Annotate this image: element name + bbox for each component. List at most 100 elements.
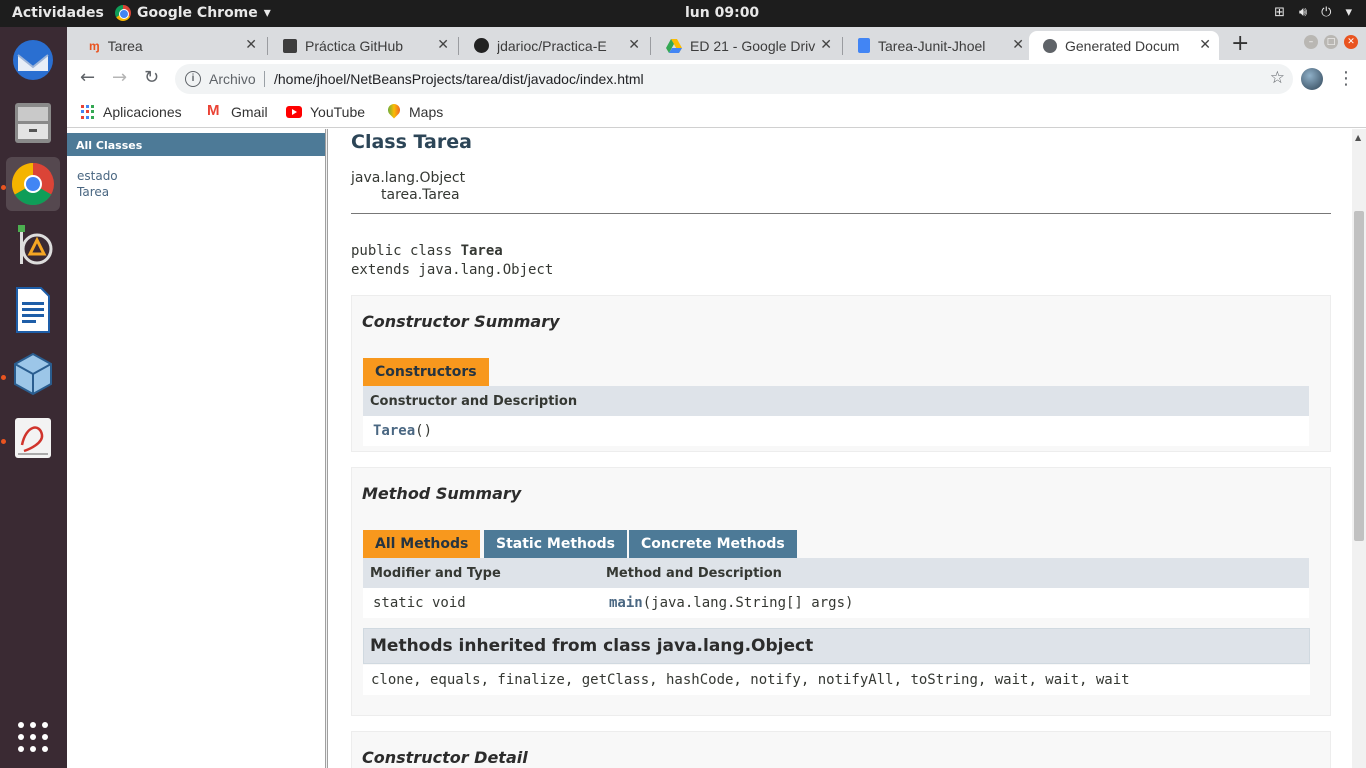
method-modifier: static void: [373, 595, 466, 611]
apps-grid-icon: [81, 105, 95, 119]
close-icon[interactable]: ✕: [437, 36, 449, 53]
dock-thunderbird[interactable]: [6, 33, 60, 87]
dock-document-viewer[interactable]: [6, 411, 60, 465]
tab[interactable]: ɱ Tarea ✕: [75, 31, 265, 60]
table-row: static void main(java.lang.String[] args…: [363, 588, 1309, 618]
class-link-tarea[interactable]: Tarea: [77, 185, 109, 199]
close-window-button[interactable]: ✕: [1344, 35, 1358, 49]
tab-concrete-methods[interactable]: Concrete Methods: [629, 530, 797, 558]
volume-icon: 🔊︎: [1298, 5, 1308, 20]
system-tray[interactable]: ⊞ 🔊︎ ⏻ ▾: [1274, 5, 1352, 20]
page-icon: [283, 38, 297, 53]
class-link-estado[interactable]: estado: [77, 169, 118, 183]
dock-chrome[interactable]: [6, 157, 60, 211]
tab-title: jdarioc/Practica-E: [497, 37, 607, 54]
close-icon[interactable]: ✕: [1199, 36, 1211, 53]
forward-button[interactable]: →: [112, 67, 127, 88]
profile-avatar[interactable]: [1301, 68, 1323, 90]
tab-title: Tarea-Junit-Jhoel: [878, 37, 986, 54]
close-icon[interactable]: ✕: [1012, 36, 1024, 53]
scroll-up-arrow-icon[interactable]: ▲: [1355, 133, 1361, 142]
maximize-button[interactable]: □: [1324, 35, 1338, 49]
minimize-button[interactable]: –: [1304, 35, 1318, 49]
tab[interactable]: Tarea-Junit-Jhoel ✕: [844, 31, 1032, 60]
close-icon[interactable]: ✕: [245, 36, 257, 53]
tab-separator: [458, 37, 459, 55]
running-indicator: [1, 185, 6, 190]
dock-files[interactable]: [6, 95, 60, 149]
running-indicator: [1, 375, 6, 380]
column-header-method: Method and Description: [606, 566, 782, 581]
bookmark-label: YouTube: [310, 104, 366, 120]
dock-inkscape[interactable]: [6, 219, 60, 273]
table-row: Tarea(): [363, 416, 1309, 446]
show-applications-icon[interactable]: [18, 722, 48, 752]
chrome-toolbar: ← → ↻ i Archivo /home/jhoel/NetBeansProj…: [67, 60, 1366, 98]
constructor-link[interactable]: Tarea: [373, 423, 415, 439]
tab[interactable]: jdarioc/Practica-E ✕: [460, 31, 648, 60]
tab-active[interactable]: Generated Docum ✕: [1029, 31, 1219, 60]
inherited-methods-list: clone, equals, finalize, getClass, hashC…: [363, 665, 1310, 695]
divider: [351, 213, 1331, 214]
power-icon: ⏻: [1321, 5, 1332, 20]
frame-splitter[interactable]: [325, 129, 328, 768]
back-button[interactable]: ←: [80, 67, 95, 88]
gnome-top-bar: Actividades Google Chrome ▾ lun 09:00 ⊞ …: [0, 0, 1366, 27]
class-extends: extends java.lang.Object: [351, 262, 554, 278]
globe-icon: [1043, 38, 1057, 53]
inheritance-root: java.lang.Object: [351, 170, 466, 186]
tab-all-methods[interactable]: All Methods: [363, 530, 481, 558]
tab-strip: ɱ Tarea ✕ Práctica GitHub ✕ jdarioc/Prac…: [67, 27, 1366, 60]
close-icon[interactable]: ✕: [628, 36, 640, 53]
chevron-down-icon: ▾: [1345, 5, 1352, 20]
pdf-viewer-icon: [15, 418, 51, 458]
constructor-detail: Constructor Detail: [351, 731, 1331, 768]
maze-icon: ɱ: [89, 38, 100, 53]
vertical-scrollbar[interactable]: ▲: [1352, 129, 1366, 768]
constructor-summary: Constructor Summary Constructors Constru…: [351, 295, 1331, 452]
method-link[interactable]: main: [609, 595, 643, 611]
network-icon: ⊞: [1274, 5, 1285, 20]
all-classes-frame: All Classes estado Tarea: [67, 129, 325, 768]
bookmark-label: Maps: [409, 104, 444, 120]
maps-icon: [387, 104, 401, 120]
bookmark-star-icon[interactable]: ☆: [1270, 68, 1285, 88]
tab[interactable]: ED 21 - Google Driv ✕: [652, 31, 840, 60]
constructor-signature: Tarea(): [373, 423, 432, 439]
tab-separator: [842, 37, 843, 55]
writer-icon: [16, 287, 50, 333]
docs-icon: [858, 38, 870, 53]
tab-separator: [267, 37, 268, 55]
bookmark-apps[interactable]: Aplicaciones: [81, 104, 182, 120]
tab-title: Tarea: [107, 37, 143, 54]
scrollbar-thumb[interactable]: [1354, 211, 1364, 541]
bookmark-maps[interactable]: Maps: [387, 104, 443, 120]
tab-static-methods[interactable]: Static Methods: [484, 530, 627, 558]
address-bar[interactable]: i Archivo /home/jhoel/NetBeansProjects/t…: [175, 64, 1293, 94]
tab[interactable]: Práctica GitHub ✕: [269, 31, 457, 60]
all-classes-header: All Classes: [67, 133, 325, 156]
gmail-icon: [207, 102, 223, 119]
new-tab-button[interactable]: +: [1231, 31, 1249, 56]
youtube-icon: [286, 106, 302, 118]
app-menu[interactable]: Google Chrome ▾: [115, 5, 271, 21]
inkscape-icon: [18, 225, 53, 265]
inheritance-child: tarea.Tarea: [381, 187, 460, 203]
bookmark-gmail[interactable]: Gmail: [207, 102, 268, 120]
clock[interactable]: lun 09:00: [685, 5, 759, 21]
tab-title: Generated Docum: [1065, 37, 1180, 54]
class-title: Class Tarea: [351, 131, 472, 153]
menu-icon[interactable]: ⋮: [1337, 68, 1355, 89]
reload-button[interactable]: ↻: [144, 67, 159, 88]
activities-button[interactable]: Actividades: [12, 5, 104, 21]
tab-constructors[interactable]: Constructors: [363, 358, 489, 386]
dock-virtualbox[interactable]: [6, 347, 60, 401]
url-text[interactable]: /home/jhoel/NetBeansProjects/tarea/dist/…: [274, 71, 644, 87]
page-content: All Classes estado Tarea Class Tarea jav…: [67, 129, 1366, 768]
github-icon: [474, 38, 489, 53]
close-icon[interactable]: ✕: [820, 36, 832, 53]
dock-libreoffice-writer[interactable]: [6, 283, 60, 337]
table-header: Modifier and Type Method and Description: [363, 558, 1309, 588]
bookmark-youtube[interactable]: YouTube: [286, 104, 365, 120]
info-icon[interactable]: i: [185, 71, 201, 87]
